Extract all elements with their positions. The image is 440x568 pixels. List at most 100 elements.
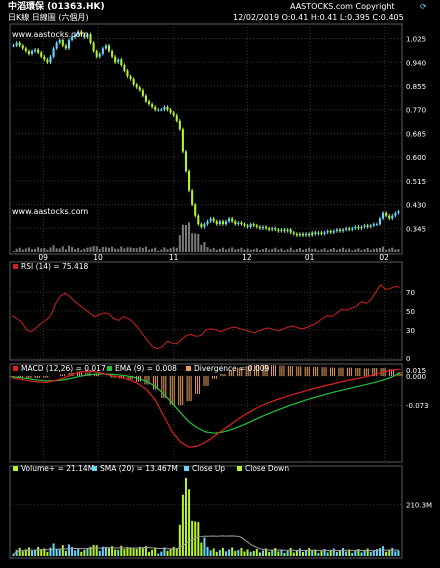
volume-bar: [188, 489, 191, 556]
price-volume-bar: [225, 249, 228, 252]
candle-body: [123, 65, 126, 71]
candle-body: [301, 233, 305, 236]
volume-bar: [369, 551, 372, 556]
candle-body: [67, 39, 71, 49]
candle-body: [138, 87, 141, 91]
quote-line: 12/02/2019 O:0.41 H:0.41 L:0.395 C:0.405: [233, 13, 404, 22]
price-volume-bar: [234, 249, 237, 252]
candle-body: [184, 151, 188, 172]
candle-body: [178, 120, 181, 130]
price-volume-bar: [397, 249, 400, 252]
volume-bar: [382, 546, 385, 556]
volume-bar: [215, 551, 218, 556]
candle-body: [126, 70, 129, 77]
price-volume-bar: [209, 248, 212, 252]
candle-body: [49, 56, 52, 63]
price-volume-bar: [104, 247, 107, 252]
candle-body: [34, 49, 37, 52]
volume-bar: [378, 548, 381, 556]
candle-body: [249, 224, 252, 227]
price-volume-bar: [178, 235, 181, 252]
price-volume-bar: [46, 249, 49, 252]
candle-body: [348, 228, 351, 230]
candle-body: [55, 42, 58, 49]
candle-body: [237, 222, 240, 225]
candle-body: [15, 42, 18, 46]
price-volume-bar: [154, 247, 157, 252]
price-volume-bar: [206, 247, 209, 252]
volume-bar: [397, 550, 400, 556]
candle-body: [240, 222, 243, 225]
price-y-tick-label: 0.770: [406, 107, 426, 115]
price-volume-bar: [317, 250, 320, 252]
price-volume-bar: [332, 247, 335, 252]
rsi-grid: [10, 262, 402, 360]
price-volume-bar: [283, 250, 286, 252]
candle-body: [169, 109, 172, 113]
candle-body: [280, 229, 283, 232]
price-volume-bar: [40, 248, 43, 252]
price-volume-bar: [277, 249, 280, 252]
price-volume-bar: [148, 249, 151, 252]
rsi-y-ticks: 0 30 50 70: [406, 289, 415, 363]
volume-bar: [221, 547, 224, 556]
volume-bar: [80, 551, 83, 556]
price-volume-bar: [366, 247, 369, 252]
candle-body: [363, 225, 366, 227]
price-volume-bar: [280, 248, 283, 252]
volume-bar: [308, 548, 311, 556]
price-volume-bar: [135, 248, 138, 252]
price-volume-bar: [388, 248, 391, 252]
volume-bar: [252, 550, 255, 556]
candle-body: [391, 215, 394, 219]
volume-bar: [61, 545, 64, 556]
candle-body: [375, 224, 378, 226]
candle-body: [224, 221, 228, 225]
volume-bar: [58, 549, 61, 556]
price-volume-bar: [43, 247, 46, 252]
rsi-legend-swatch: [13, 264, 18, 269]
volume-bar: [295, 550, 298, 556]
candle-body: [92, 42, 95, 52]
volume-bar: [83, 549, 86, 556]
price-volume-bar: [292, 250, 295, 252]
price-volume-bar: [58, 248, 61, 252]
price-volume-bar: [314, 248, 317, 252]
price-volume-bar: [378, 247, 381, 252]
candle-body: [46, 59, 49, 63]
volume-bar: [21, 551, 24, 556]
volume-bar: [225, 551, 228, 556]
volume-panel: 210.3M Volume+ = 21.14M SMA (20) = 13.46…: [9, 464, 432, 559]
price-volume-bar: [18, 247, 21, 252]
price-volume-bar: [71, 247, 74, 252]
price-volume-bar: [375, 248, 378, 252]
price-volume-bar: [61, 246, 64, 252]
volume-bar: [175, 548, 178, 556]
stock-title: 中滔環保 (01363.HK): [8, 0, 105, 12]
candle-body: [135, 84, 138, 88]
price-volume-bar: [114, 248, 117, 252]
candle-body: [172, 112, 175, 116]
x-tick-label: 10: [93, 253, 103, 262]
volume-bar: [166, 550, 169, 556]
price-volume-bar: [200, 244, 203, 252]
candle-body: [203, 224, 206, 227]
rsi-panel: 0 30 50 70 RSI (14) = 75.418: [9, 261, 415, 363]
price-volume-bar: [240, 247, 243, 252]
copyright-label: AASTOCKS.com Copyright: [290, 2, 395, 11]
price-volume-bar: [265, 247, 268, 252]
refresh-icon[interactable]: ⟳: [420, 2, 427, 11]
price-y-tick-label: 0.430: [406, 202, 426, 210]
candle-body: [206, 221, 209, 225]
candle-body: [289, 229, 292, 233]
volume-bar: [181, 494, 184, 556]
price-volume-bar: [243, 249, 246, 252]
candle-body: [64, 45, 67, 49]
price-volume-bar: [345, 249, 348, 252]
volume-bar: [289, 547, 292, 556]
price-volume-bar: [151, 248, 154, 252]
candle-body: [166, 106, 169, 110]
volume-bar: [388, 549, 391, 556]
price-volume-bar: [123, 248, 126, 252]
macd-legend-swatch: [13, 366, 18, 371]
